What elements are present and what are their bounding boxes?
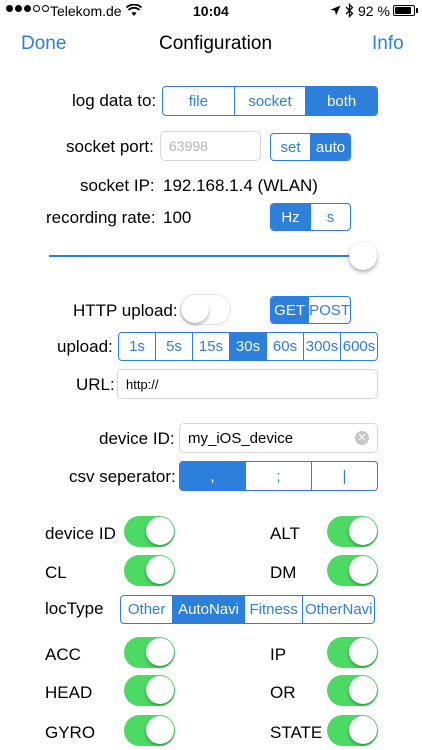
ip-toggle[interactable] xyxy=(327,637,378,668)
log-file-option[interactable]: file xyxy=(163,87,235,115)
location-arrow-icon xyxy=(330,5,341,16)
csv-semicolon-option[interactable]: ; xyxy=(246,462,312,490)
alt-toggle[interactable] xyxy=(327,516,378,547)
upload-interval-label: upload: xyxy=(57,337,113,356)
loc-type-othernavi-option[interactable]: OtherNavi xyxy=(303,596,374,623)
cl-toggle[interactable] xyxy=(124,555,175,586)
upload-5s-option[interactable]: 5s xyxy=(156,333,193,360)
acc-toggle[interactable] xyxy=(124,637,175,668)
upload-60s-option[interactable]: 60s xyxy=(267,333,304,360)
head-toggle[interactable] xyxy=(124,675,175,706)
log-data-label: log data to: xyxy=(72,91,157,110)
device-id-toggle-label: device ID xyxy=(45,524,116,543)
csv-pipe-option[interactable]: | xyxy=(312,462,377,490)
head-toggle-label: HEAD xyxy=(45,683,93,702)
http-method-control[interactable]: GET POST xyxy=(270,296,351,324)
url-label: URL: xyxy=(76,375,115,394)
rate-seconds-option[interactable]: s xyxy=(311,204,350,230)
loc-type-label: locType xyxy=(45,599,104,618)
gyro-toggle-label: GYRO xyxy=(45,723,96,742)
done-button[interactable]: Done xyxy=(21,33,66,55)
recording-rate-slider-thumb[interactable] xyxy=(349,242,377,270)
url-field[interactable]: http:// xyxy=(117,369,378,399)
loc-type-control[interactable]: Other AutoNavi Fitness OtherNavi xyxy=(120,595,375,624)
status-bar: Telekom.de 10:04 92 % xyxy=(0,0,422,22)
bluetooth-icon xyxy=(345,3,354,18)
csv-separator-control[interactable]: , ; | xyxy=(179,461,378,491)
socket-port-auto-option[interactable]: auto xyxy=(311,134,350,160)
socket-port-field[interactable]: 63998 xyxy=(160,131,261,161)
alt-toggle-label: ALT xyxy=(270,524,300,543)
recording-rate-value: 100 xyxy=(163,208,192,227)
device-id-label: device ID: xyxy=(99,429,175,448)
gyro-toggle[interactable] xyxy=(124,715,175,746)
http-get-option[interactable]: GET xyxy=(271,297,310,323)
upload-1s-option[interactable]: 1s xyxy=(119,333,156,360)
csv-comma-option[interactable]: , xyxy=(180,462,246,490)
loc-type-fitness-option[interactable]: Fitness xyxy=(245,596,304,623)
info-button[interactable]: Info xyxy=(372,33,404,55)
upload-600s-option[interactable]: 600s xyxy=(341,333,377,360)
socket-port-set-option[interactable]: set xyxy=(271,134,311,160)
socket-ip-label: socket IP: xyxy=(80,176,155,195)
log-socket-option[interactable]: socket xyxy=(235,87,307,115)
upload-30s-option[interactable]: 30s xyxy=(230,333,267,360)
or-toggle-label: OR xyxy=(270,683,296,702)
or-toggle[interactable] xyxy=(327,675,378,706)
cl-toggle-label: CL xyxy=(45,563,67,582)
clock: 10:04 xyxy=(193,3,229,19)
rate-hz-option[interactable]: Hz xyxy=(271,204,311,230)
loc-type-other-option[interactable]: Other xyxy=(121,596,174,623)
battery-percentage: 92 % xyxy=(358,3,390,19)
dm-toggle-label: DM xyxy=(270,563,297,582)
http-upload-label: HTTP upload: xyxy=(73,301,178,320)
state-toggle-label: STATE xyxy=(270,723,323,742)
battery-icon xyxy=(393,5,415,16)
device-id-value: my_iOS_device xyxy=(188,429,294,447)
acc-toggle-label: ACC xyxy=(45,645,81,664)
recording-rate-slider-track[interactable] xyxy=(49,255,363,257)
log-both-option[interactable]: both xyxy=(306,87,377,115)
upload-300s-option[interactable]: 300s xyxy=(304,333,341,360)
dm-toggle[interactable] xyxy=(327,555,378,586)
http-post-option[interactable]: POST xyxy=(309,297,350,323)
wifi-icon xyxy=(126,4,142,16)
page-title: Configuration xyxy=(159,33,273,54)
ip-toggle-label: IP xyxy=(270,645,287,664)
recording-rate-label: recording rate: xyxy=(46,208,156,227)
log-data-segmented-control[interactable]: file socket both xyxy=(162,86,378,116)
http-upload-toggle[interactable] xyxy=(180,294,231,325)
recording-rate-unit-control[interactable]: Hz s xyxy=(270,203,351,231)
state-toggle[interactable] xyxy=(327,715,378,746)
socket-port-segmented-control[interactable]: set auto xyxy=(270,133,351,161)
csv-separator-label: csv seperator: xyxy=(69,467,176,486)
device-id-toggle[interactable] xyxy=(124,516,175,547)
socket-ip-value: 192.168.1.4 (WLAN) xyxy=(163,176,318,195)
device-id-field[interactable]: my_iOS_device xyxy=(179,423,378,453)
carrier-name: Telekom.de xyxy=(50,3,122,19)
clear-text-icon[interactable]: ✕ xyxy=(355,431,369,445)
socket-port-label: socket port: xyxy=(66,137,154,156)
upload-interval-control[interactable]: 1s 5s 15s 30s 60s 300s 600s xyxy=(118,332,378,361)
upload-15s-option[interactable]: 15s xyxy=(193,333,230,360)
signal-strength-icon xyxy=(6,5,49,12)
loc-type-autonavi-option[interactable]: AutoNavi xyxy=(173,596,245,623)
